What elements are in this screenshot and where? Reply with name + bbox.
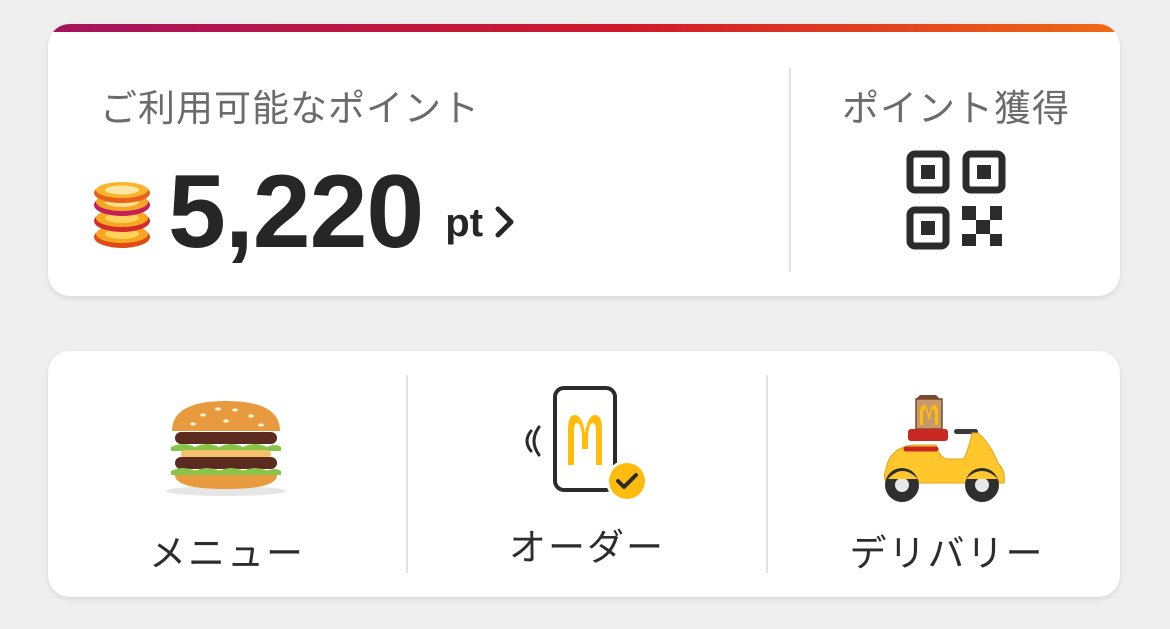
qr-code-icon — [906, 150, 1006, 250]
delivery-label: デリバリー — [849, 532, 1045, 575]
earn-points-label: ポイント獲得 — [842, 87, 1070, 130]
menu-label: メニュー — [149, 532, 305, 575]
points-card: ご利用可能なポイント 5,220 pt ポイント獲得 — [48, 24, 1120, 296]
points-value: 5,220 — [168, 154, 424, 270]
earn-points-button[interactable]: ポイント獲得 — [792, 64, 1120, 264]
chevron-right-icon — [495, 206, 514, 238]
mobile-order-icon — [525, 386, 648, 502]
coin-stack-icon — [94, 182, 150, 248]
delivery-button[interactable]: デリバリー — [768, 351, 1120, 597]
burger-icon — [166, 401, 286, 496]
points-divider — [789, 68, 791, 272]
order-button[interactable]: オーダー — [408, 351, 766, 597]
available-points-label: ご利用可能なポイント — [100, 87, 480, 130]
order-label: オーダー — [509, 526, 665, 569]
accent-gradient-bar — [48, 24, 1120, 32]
points-balance-link[interactable]: 5,220 pt — [92, 152, 517, 272]
delivery-scooter-icon — [883, 395, 1005, 502]
menu-button[interactable]: メニュー — [48, 351, 406, 597]
points-unit: pt — [445, 200, 484, 245]
actions-card: メニュー オーダー デリバリー — [48, 351, 1120, 597]
